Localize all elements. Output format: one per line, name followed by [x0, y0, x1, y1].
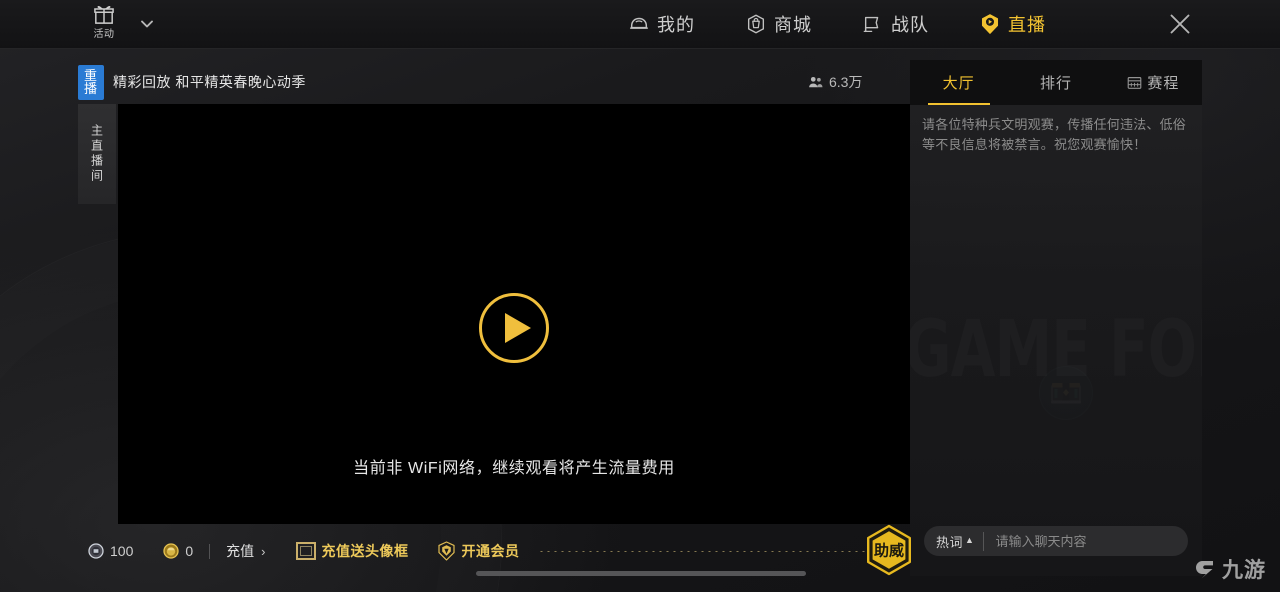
silver-coin-balance[interactable]: 100 — [88, 543, 133, 559]
gold-coin-value: 0 — [185, 543, 194, 559]
chat-tabs: 大厅 排行 赛程 — [910, 60, 1202, 105]
gift-icon — [93, 4, 115, 24]
nav-label: 我的 — [657, 15, 695, 35]
top-navigation-bar: 活动 我的 商城 战队 直播 — [0, 0, 1280, 49]
people-icon — [808, 75, 823, 90]
recharge-avatar-frame-promo-button[interactable]: 充值送头像框 — [295, 541, 409, 561]
activity-label: 活动 — [93, 29, 115, 40]
helmet-icon — [628, 13, 650, 35]
room-tab-label: 主直播间 — [89, 124, 104, 184]
shop-bag-icon — [745, 13, 767, 35]
panel-background-watermark: GAME FOR PEACE — [910, 303, 1202, 395]
viewer-count-value: 6.3万 — [829, 74, 863, 90]
play-icon[interactable] — [479, 293, 549, 363]
chevron-down-icon[interactable] — [138, 15, 156, 33]
nav-item-team[interactable]: 战队 — [862, 11, 929, 37]
gold-coin-icon — [163, 543, 180, 559]
hotword-button[interactable]: 热词 ▲ — [936, 531, 985, 551]
nav-label: 直播 — [1008, 15, 1046, 35]
stream-title-row: 重播 精彩回放 和平精英春晚心动季 — [78, 60, 306, 104]
cheer-button[interactable]: 助威 — [862, 523, 916, 577]
chat-system-notice: 请各位特种兵文明观赛，传播任何违法、低俗等不良信息将被禁言。祝您观赛愉快！ — [922, 117, 1187, 153]
network-warning-message: 当前非 WiFi网络，继续观看将产生流量费用 — [353, 460, 675, 477]
team-flag-icon — [862, 13, 884, 35]
silver-coin-value: 100 — [110, 543, 134, 559]
toolbar-dotted-separator — [537, 550, 898, 552]
calendar-icon — [1127, 75, 1142, 90]
live-stream-app: 活动 我的 商城 战队 直播 重播 精彩回放 和平精英春晚心动季 6.3万 主直… — [0, 0, 1280, 592]
tab-schedule[interactable]: 赛程 — [1105, 60, 1202, 105]
watermark-text: 九游 — [1222, 559, 1266, 582]
tab-label: 赛程 — [1147, 75, 1180, 92]
bottom-toolbar: 100 0 充值 › 充值送头像框 开通会员 — [88, 536, 908, 566]
caret-up-icon: ▲ — [965, 535, 975, 545]
vip-label: 开通会员 — [461, 543, 520, 559]
toolbar-divider — [209, 543, 211, 559]
nine-game-logo-icon — [1193, 557, 1217, 581]
tab-ranking[interactable]: 排行 — [1007, 60, 1104, 105]
hotword-label: 热词 — [936, 534, 964, 550]
promo-label: 充值送头像框 — [321, 543, 409, 559]
chat-panel: GAME FOR PEACE 大厅 排行 赛程 请各 — [910, 60, 1202, 576]
activity-button[interactable]: 活动 — [84, 4, 124, 40]
vip-crest-icon — [437, 541, 456, 561]
play-triangle — [504, 313, 531, 343]
close-icon[interactable] — [1166, 10, 1194, 38]
nav-label: 商城 — [774, 15, 812, 35]
nav-item-shop[interactable]: 商城 — [745, 11, 812, 37]
cheer-label-text: 助威 — [874, 542, 904, 560]
chevron-right-icon: › — [261, 543, 266, 559]
tab-label: 排行 — [1039, 75, 1072, 92]
chat-input-bar: 热词 ▲ — [924, 526, 1188, 556]
nine-game-watermark: 九游 — [1193, 554, 1266, 584]
open-vip-button[interactable]: 开通会员 — [437, 541, 520, 561]
nav-item-my[interactable]: 我的 — [628, 11, 695, 37]
live-badge-icon — [979, 13, 1001, 35]
nav-item-live[interactable]: 直播 — [979, 11, 1046, 37]
silver-coin-icon — [88, 543, 104, 559]
recharge-label: 充值 — [226, 543, 255, 559]
avatar-frame-icon — [295, 542, 316, 560]
gold-coin-balance[interactable]: 0 — [163, 543, 193, 559]
viewer-count: 6.3万 — [808, 72, 862, 92]
sidebar-item-main-room[interactable]: 主直播间 — [78, 104, 116, 204]
stream-title: 精彩回放 和平精英春晚心动季 — [113, 74, 306, 90]
tab-label: 大厅 — [942, 75, 975, 92]
chat-input[interactable] — [984, 532, 1186, 550]
video-player-stage[interactable]: 当前非 WiFi网络，继续观看将产生流量费用 — [118, 104, 910, 524]
main-nav: 我的 商城 战队 直播 — [628, 0, 1046, 48]
recharge-button[interactable]: 充值 › — [226, 541, 265, 561]
replay-badge: 重播 — [78, 64, 105, 100]
home-indicator[interactable] — [476, 571, 806, 576]
nav-label: 战队 — [891, 15, 929, 35]
tab-lobby[interactable]: 大厅 — [910, 60, 1007, 105]
